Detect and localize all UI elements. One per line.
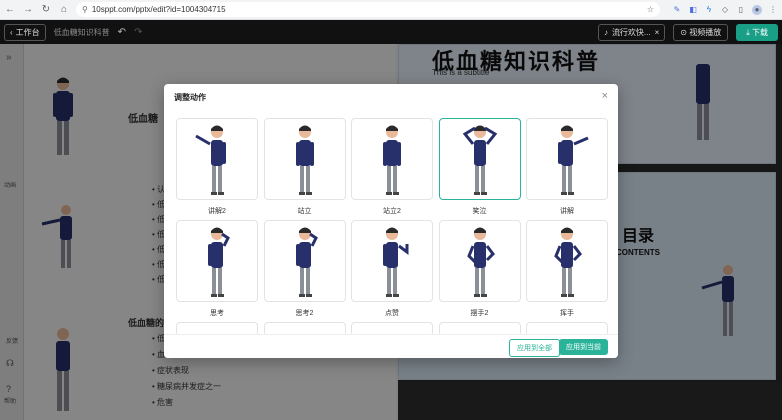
sidebar-icon[interactable]: ▯	[736, 5, 746, 15]
workbench-back-button[interactable]: ‹ 工作台	[4, 23, 46, 41]
download-icon: ⤓	[746, 27, 750, 37]
video-play-button[interactable]: ⊙ 视频播放	[673, 23, 729, 41]
profile-avatar-icon[interactable]: ●	[752, 4, 762, 15]
browser-menu-icon[interactable]: ⋮	[768, 5, 778, 15]
video-label: 视频播放	[689, 27, 722, 37]
download-button[interactable]: ⤓ 下载	[736, 23, 778, 41]
action-card-label: 笑泣	[472, 208, 487, 215]
close-icon[interactable]: ×	[655, 28, 660, 37]
extensions-puzzle-icon[interactable]: ◇	[720, 5, 730, 15]
reload-icon[interactable]: ↻	[40, 4, 52, 16]
action-card[interactable]	[176, 118, 258, 200]
action-card[interactable]	[526, 118, 608, 200]
character-pose-figure	[466, 227, 495, 297]
url-text: 10sppt.com/pptx/edit?id=1004304715	[91, 5, 226, 14]
extension-pen-icon[interactable]: ✎	[672, 5, 682, 15]
adjust-action-dialog: 调整动作 × 讲解2 站立 站立2 笑泣 讲解思考 思考2 点赞 摆手2 挥手 应用到全部 应用…	[164, 84, 618, 358]
action-card-label: 摆手2	[470, 310, 489, 317]
action-card[interactable]	[438, 118, 521, 200]
character-pose-figure	[295, 227, 318, 297]
action-card[interactable]	[351, 118, 433, 200]
browser-bar: ← → ↻ ⌂ ⚲ 10sppt.com/pptx/edit?id=100430…	[0, 0, 782, 20]
action-card[interactable]	[438, 220, 521, 302]
bookmark-star-icon[interactable]: ☆	[647, 5, 654, 14]
dialog-footer: 应用到全部 应用到当前	[164, 334, 618, 358]
undo-icon[interactable]: ↶	[118, 27, 126, 38]
character-pose-figure	[462, 125, 497, 195]
apply-current-button[interactable]: 应用到当前	[559, 339, 608, 355]
app-toolbar: ‹ 工作台 低血糖知识科普 ↶ ↷ ♪ 流行欢快... × ⊙ 视频播放 ⤓ 下…	[0, 20, 782, 44]
action-card[interactable]	[351, 220, 433, 302]
action-card-label: 站立	[297, 208, 312, 215]
character-pose-figure	[558, 125, 589, 195]
music-label: 流行欢快...	[611, 27, 651, 37]
action-card-label: 站立2	[383, 208, 401, 215]
dialog-title: 调整动作	[174, 93, 206, 102]
action-card-label: 讲解2	[208, 208, 226, 215]
character-pose-figure	[195, 125, 226, 195]
redo-icon[interactable]: ↷	[134, 27, 142, 38]
character-pose-figure	[383, 125, 401, 195]
action-card[interactable]	[176, 220, 258, 302]
action-card[interactable]	[263, 118, 346, 200]
action-card-label: 点赞	[385, 310, 399, 317]
character-pose-figure	[295, 125, 314, 195]
chevron-left-icon: ‹	[10, 27, 13, 37]
music-selector[interactable]: ♪ 流行欢快... ×	[597, 23, 666, 41]
music-note-icon: ♪	[603, 27, 608, 37]
character-pose-figure	[383, 227, 409, 297]
action-card-label: 挥手	[560, 310, 574, 317]
action-card-label: 思考	[210, 310, 224, 317]
action-card[interactable]	[263, 220, 346, 302]
close-icon[interactable]: ×	[602, 90, 608, 102]
site-info-icon[interactable]: ⚲	[82, 5, 88, 14]
back-arrow-icon[interactable]: ←	[4, 4, 16, 16]
apply-all-button[interactable]: 应用到全部	[509, 339, 560, 357]
action-card-label: 思考2	[295, 310, 314, 317]
lightning-icon[interactable]: ϟ	[704, 5, 714, 15]
download-label: 下载	[752, 27, 768, 37]
forward-arrow-icon[interactable]: →	[22, 4, 34, 16]
character-pose-figure	[554, 227, 582, 297]
action-card[interactable]	[526, 220, 608, 302]
address-bar[interactable]: ⚲ 10sppt.com/pptx/edit?id=1004304715 ☆	[76, 2, 660, 17]
home-icon[interactable]: ⌂	[58, 4, 70, 16]
character-pose-figure	[208, 227, 230, 297]
action-card-label: 讲解	[560, 208, 574, 215]
document-title[interactable]: 低血糖知识科普	[54, 27, 110, 38]
translate-icon[interactable]: ◧	[688, 5, 698, 15]
workbench-label: 工作台	[15, 27, 40, 37]
play-circle-icon: ⊙	[680, 27, 687, 37]
